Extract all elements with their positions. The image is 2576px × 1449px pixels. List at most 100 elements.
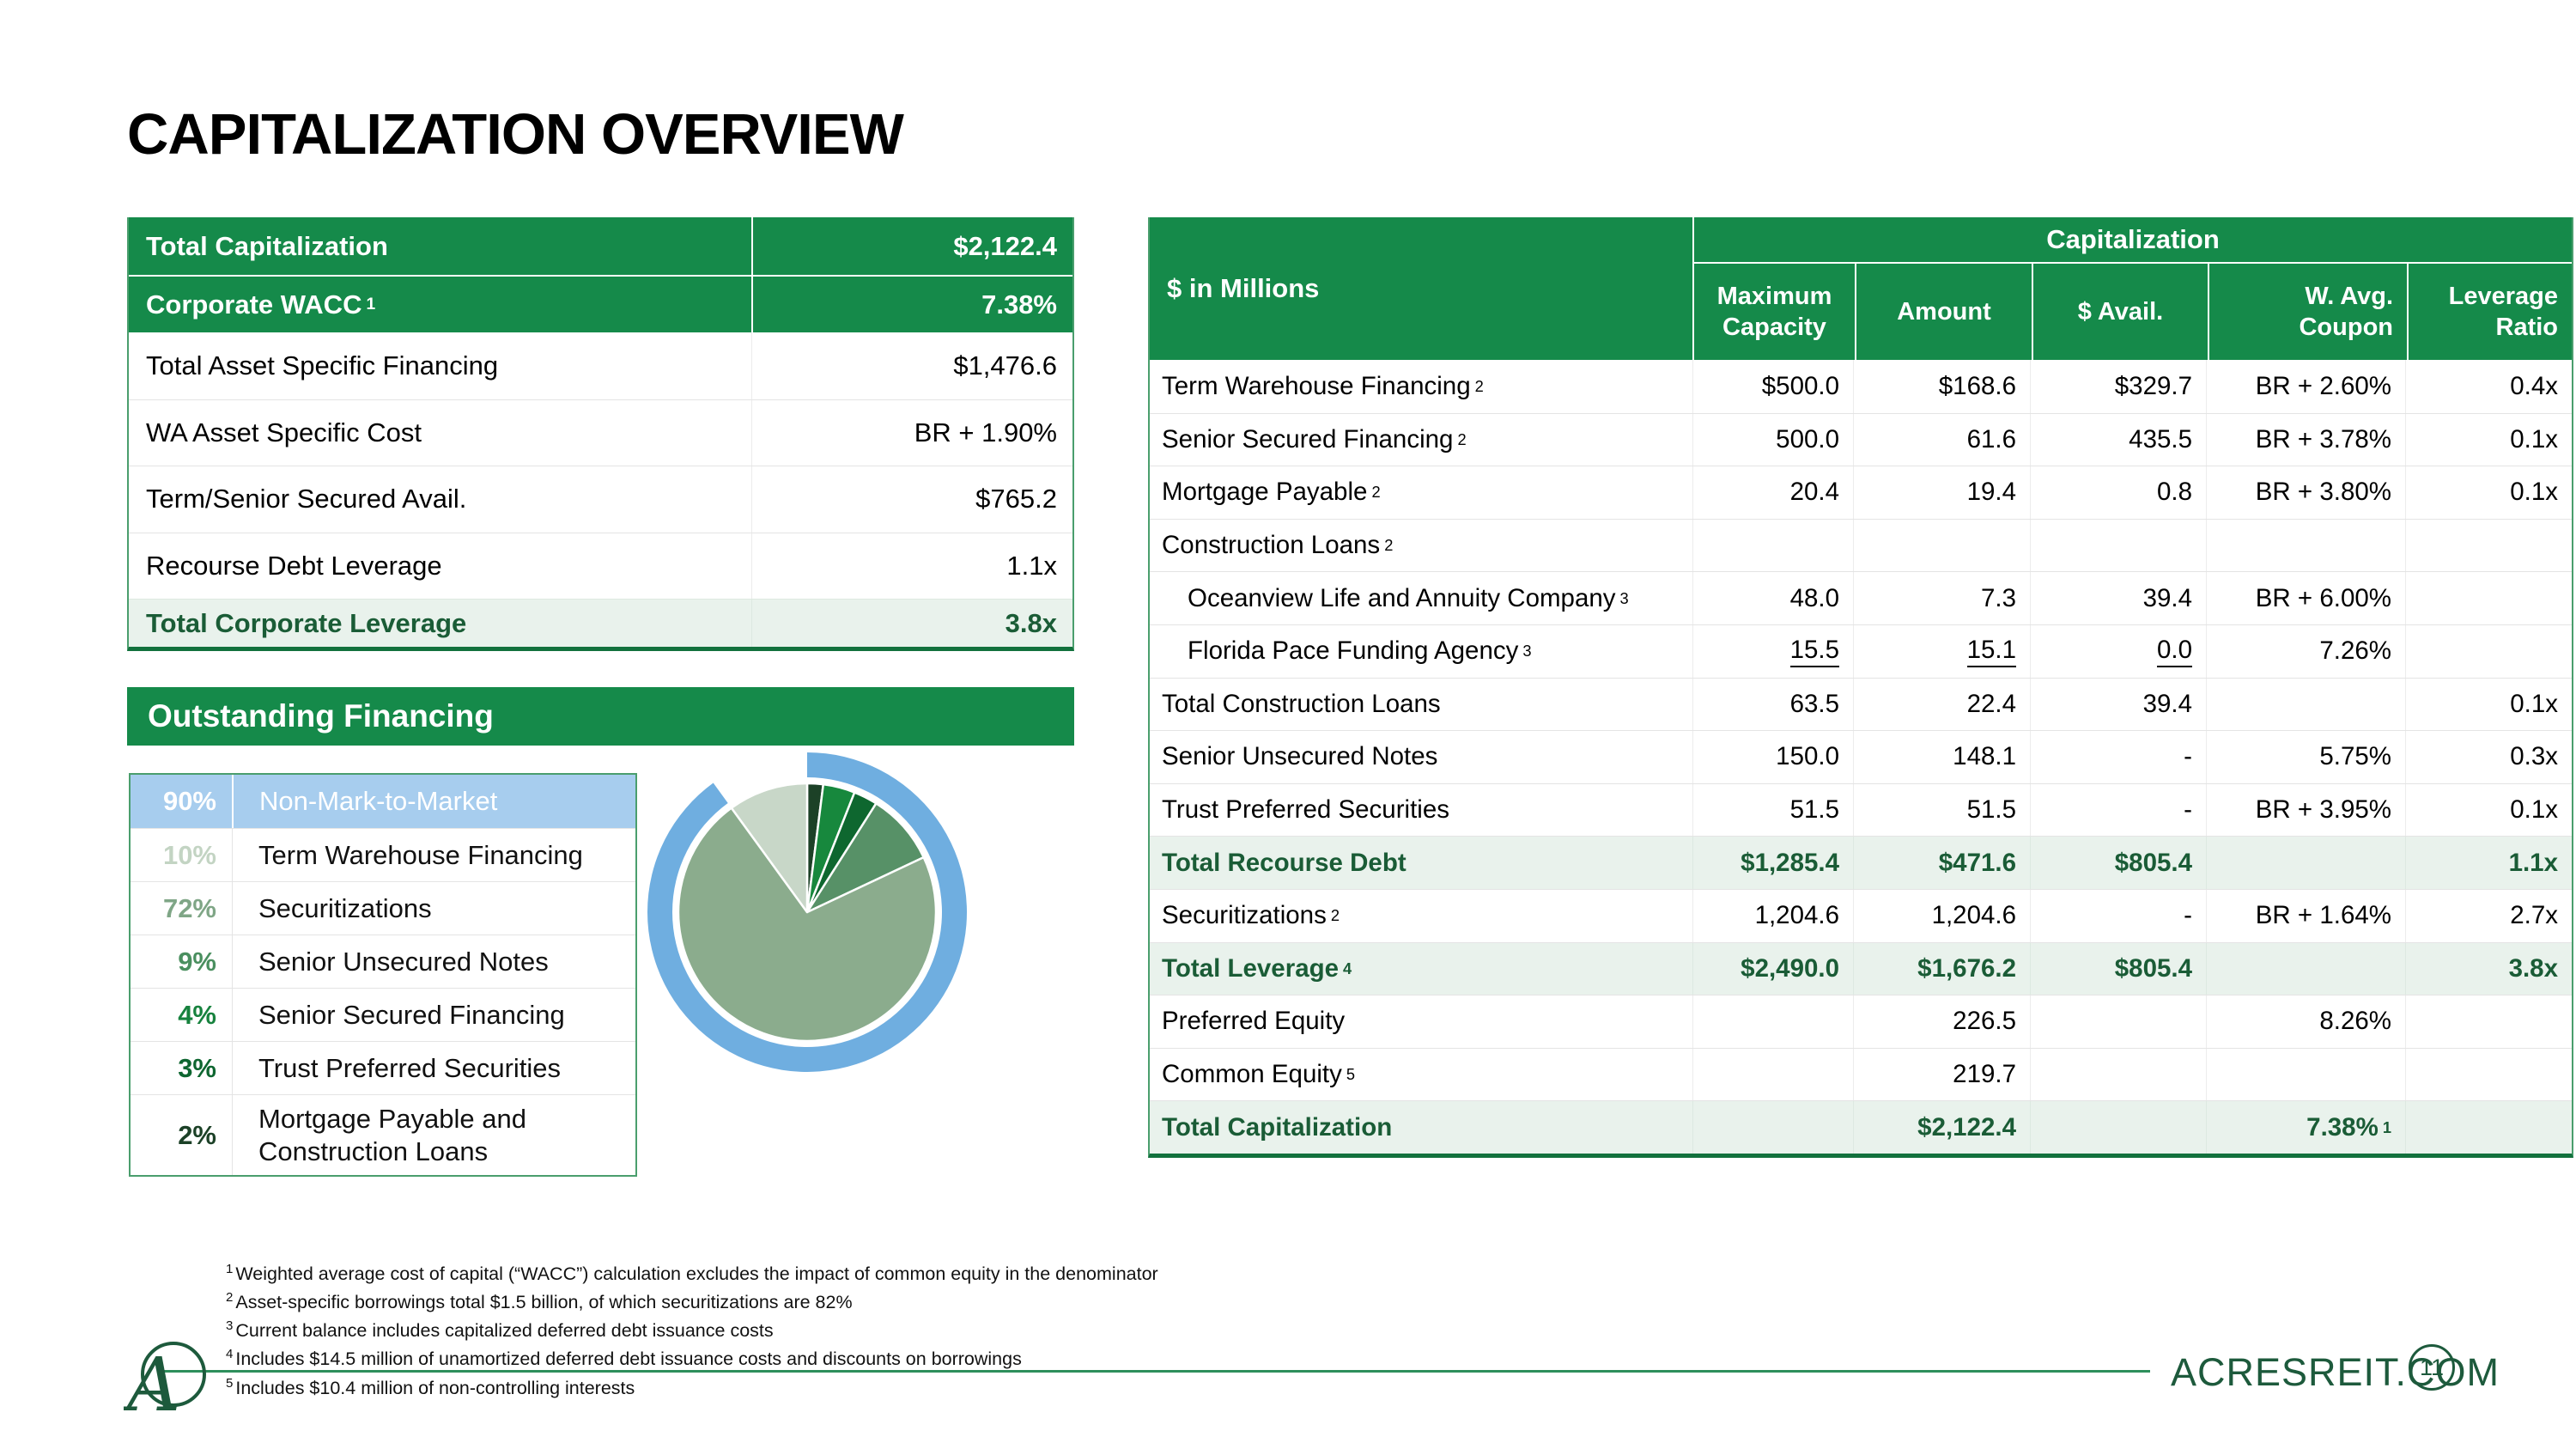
acres-logo: A [124, 1340, 218, 1426]
table-row: Total Leverage4 $2,490.0 $1,676.2 $805.4 3.8… [1150, 942, 2572, 995]
summary-row-label: Total Corporate Leverage [129, 600, 751, 647]
row-cell [2405, 625, 2572, 678]
cell-value: 1,204.6 [1755, 901, 1839, 930]
row-cell [1692, 520, 1853, 572]
table-row: Total Construction Loans63.522.439.40.1x [1150, 678, 2572, 731]
capitalization-group-header: Capitalization [1694, 217, 2572, 264]
summary-row-value: $1,476.6 [751, 332, 1072, 399]
footnote-line: 1Weighted average cost of capital (“WACC… [226, 1257, 1158, 1286]
legend-label: Term Warehouse Financing [232, 829, 635, 881]
legend-label: Mortgage Payable and Construction Loans [232, 1095, 635, 1175]
legend-percent: 72% [131, 882, 232, 935]
summary-row: Total Capitalization$2,122.4 [129, 217, 1072, 275]
row-cell: 63.5 [1692, 679, 1853, 731]
cell-value: 39.4 [2143, 584, 2192, 613]
row-cell [2405, 520, 2572, 572]
legend-row: 90%Non-Mark-to-Market [131, 775, 635, 828]
row-label: Florida Pace Funding Agency3 [1150, 625, 1692, 678]
row-label: Total Recourse Debt [1150, 837, 1692, 889]
row-cell: 226.5 [1853, 995, 2030, 1048]
summary-row: Corporate WACC17.38% [129, 275, 1072, 332]
table-row: Common Equity5219.7 [1150, 1048, 2572, 1101]
row-cell: $2,490.0 [1692, 943, 1853, 995]
row-cell [2030, 1049, 2206, 1101]
row-cell: 219.7 [1853, 1049, 2030, 1101]
cell-value: 7.38% [2306, 1113, 2379, 1142]
slide: CAPITALIZATION OVERVIEW Total Capitaliza… [0, 0, 2576, 1449]
summary-row-label: Total Capitalization [129, 217, 751, 275]
footnote-number: 5 [226, 1376, 233, 1391]
row-cell: $500.0 [1692, 360, 1853, 413]
row-cell: $1,285.4 [1692, 837, 1853, 889]
row-cell: 7.26% [2206, 625, 2405, 678]
cell-value: $2,122.4 [1917, 1113, 2016, 1142]
row-cell: 0.0 [2030, 625, 2206, 678]
table-row: Oceanview Life and Annuity Company348.07… [1150, 571, 2572, 624]
cell-value: $2,490.0 [1741, 954, 1839, 983]
cell-value: 0.4x [2510, 372, 2558, 401]
row-cell [2206, 679, 2405, 731]
row-cell [2030, 995, 2206, 1048]
table-row: Term Warehouse Financing2$500.0$168.6$32… [1150, 360, 2572, 413]
row-cell: $2,122.4 [1853, 1101, 2030, 1154]
cell-value: BR + 1.64% [2256, 901, 2391, 930]
row-cell: BR + 3.78% [2206, 414, 2405, 466]
column-header-amount: Amount [1855, 264, 2032, 360]
row-cell [2206, 837, 2405, 889]
cell-value: 2.7x [2510, 901, 2558, 930]
row-cell: 22.4 [1853, 679, 2030, 731]
row-label: Senior Secured Financing2 [1150, 414, 1692, 466]
row-cell: 20.4 [1692, 466, 1853, 519]
row-cell: 0.1x [2405, 414, 2572, 466]
legend-label: Non-Mark-to-Market [232, 775, 635, 828]
legend-row: 9%Senior Unsecured Notes [131, 935, 635, 988]
footnote-line: 2Asset-specific borrowings total $1.5 bi… [226, 1286, 1158, 1314]
summary-row: WA Asset Specific CostBR + 1.90% [129, 399, 1072, 466]
row-cell: 0.1x [2405, 466, 2572, 519]
row-cell [1853, 520, 2030, 572]
cell-value: 22.4 [1967, 690, 2016, 719]
table-row: Senior Unsecured Notes150.0148.1-5.75%0.… [1150, 730, 2572, 783]
cell-value: BR + 3.80% [2256, 478, 2391, 507]
row-cell: $471.6 [1853, 837, 2030, 889]
cell-value: $805.4 [2115, 954, 2192, 983]
cell-value: 19.4 [1967, 478, 2016, 507]
footnotes: 1Weighted average cost of capital (“WACC… [226, 1257, 1158, 1400]
legend-label: Senior Unsecured Notes [232, 935, 635, 988]
row-cell: 1,204.6 [1853, 890, 2030, 942]
row-label: Oceanview Life and Annuity Company3 [1150, 572, 1692, 624]
page-number-badge: 11 [2409, 1344, 2455, 1391]
cell-value: 148.1 [1953, 742, 2016, 771]
row-label: Mortgage Payable2 [1150, 466, 1692, 519]
column-header-avail: $ Avail. [2032, 264, 2208, 360]
row-cell: $805.4 [2030, 943, 2206, 995]
row-cell: 500.0 [1692, 414, 1853, 466]
cell-value: 15.1 [1967, 636, 2016, 667]
cell-value: 0.1x [2510, 478, 2558, 507]
row-cell: $1,676.2 [1853, 943, 2030, 995]
summary-row-value: $2,122.4 [751, 217, 1072, 275]
cell-value: $471.6 [1939, 849, 2016, 878]
row-cell [2030, 520, 2206, 572]
cell-value: 226.5 [1953, 1007, 2016, 1036]
cell-value: 51.5 [1967, 795, 2016, 825]
footnote-text: Includes $10.4 million of non-controllin… [235, 1378, 635, 1398]
row-cell: 7.38%1 [2206, 1101, 2405, 1154]
units-label: $ in Millions [1150, 217, 1692, 360]
row-cell: 2.7x [2405, 890, 2572, 942]
summary-row-label: WA Asset Specific Cost [129, 400, 751, 466]
summary-row-value: 1.1x [751, 533, 1072, 600]
cell-value: 48.0 [1790, 584, 1839, 613]
row-cell: - [2030, 784, 2206, 837]
row-cell: $805.4 [2030, 837, 2206, 889]
row-cell [2206, 520, 2405, 572]
cell-value: 219.7 [1953, 1060, 2016, 1089]
row-cell: 3.8x [2405, 943, 2572, 995]
row-cell: BR + 2.60% [2206, 360, 2405, 413]
cell-value: 0.0 [2157, 636, 2192, 667]
row-label: Total Leverage4 [1150, 943, 1692, 995]
cell-value: 0.8 [2157, 478, 2192, 507]
pie-chart-svg [635, 740, 979, 1084]
summary-row-value: BR + 1.90% [751, 400, 1072, 466]
footnote-number: 3 [226, 1318, 233, 1333]
